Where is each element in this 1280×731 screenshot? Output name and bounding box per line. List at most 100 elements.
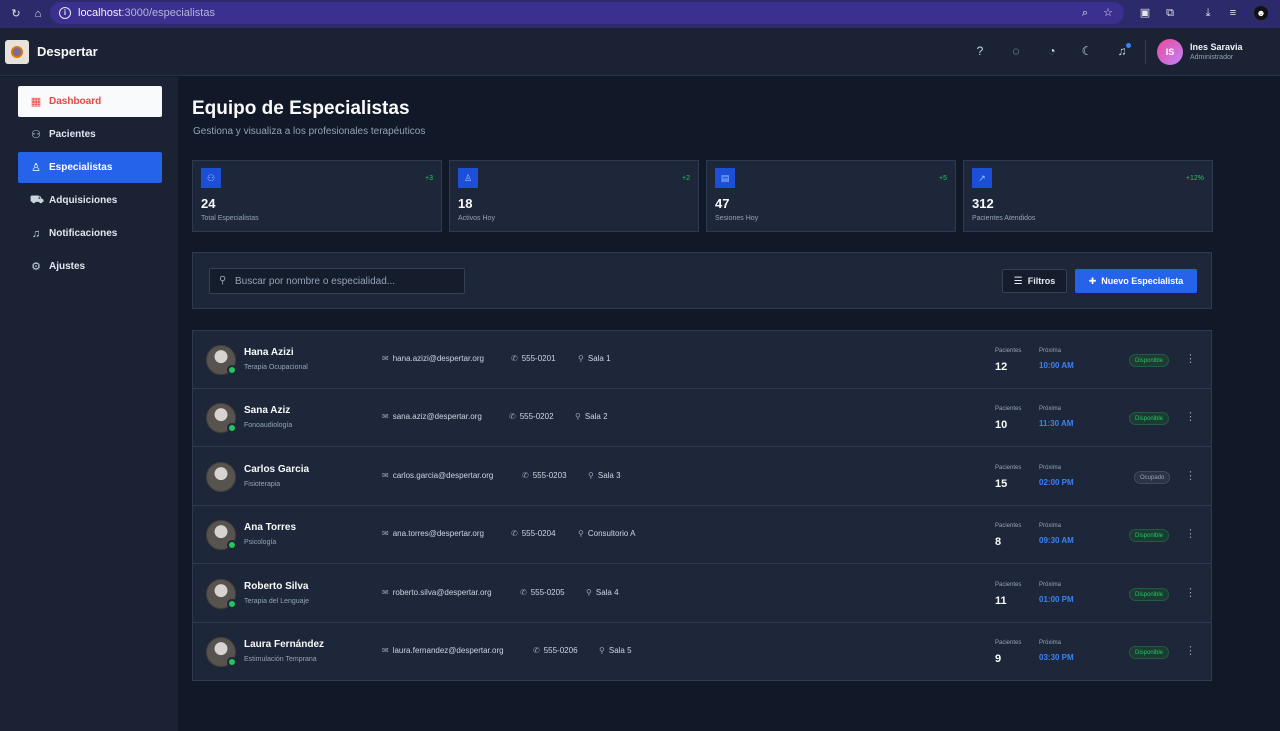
patients-label: Pacientes bbox=[995, 348, 1022, 354]
header-divider bbox=[1145, 40, 1146, 64]
room-text: Sala 2 bbox=[584, 412, 608, 421]
specialists-list: Hana Azizi Terapia Ocupacional ✉ hana.azi… bbox=[192, 330, 1212, 681]
new-specialist-button[interactable]: ✚ Nuevo Especialista bbox=[1075, 269, 1197, 293]
specialist-phone: ✆ 555-0205 bbox=[520, 588, 565, 597]
email-text: laura.fernandez@despertar.org bbox=[392, 646, 504, 655]
next-label: Próxima bbox=[1039, 582, 1062, 588]
list-item[interactable]: Roberto Silva Terapia del Lenguaje ✉ robe… bbox=[193, 565, 1211, 623]
room-text: Sala 1 bbox=[587, 354, 611, 363]
filters-button[interactable]: ☰ Filtros bbox=[1002, 269, 1067, 293]
sidebar-item-especialistas[interactable]: ♙ Especialistas bbox=[18, 152, 162, 183]
more-options-icon[interactable]: ⋮ bbox=[1185, 586, 1196, 599]
specialist-name: Sana Aziz bbox=[244, 405, 291, 416]
status-badge: Ocupado bbox=[1134, 471, 1171, 484]
address-bar[interactable]: i localhost:3000/especialistas ⌕ ☆ bbox=[50, 2, 1124, 24]
list-item[interactable]: Laura Fernández Estimulación Temprana ✉ l… bbox=[193, 623, 1211, 681]
email-text: carlos.garcia@despertar.org bbox=[392, 471, 494, 480]
map-pin-icon: ⚲ bbox=[588, 471, 594, 480]
site-info-icon[interactable]: i bbox=[59, 7, 71, 19]
next-label: Próxima bbox=[1039, 406, 1062, 412]
home-icon[interactable]: ⌂ bbox=[32, 8, 44, 20]
sidebar-item-dashboard[interactable]: ▦ Dashboard bbox=[18, 86, 162, 117]
stat-value: 24 bbox=[201, 196, 216, 211]
more-options-icon[interactable]: ⋮ bbox=[1185, 469, 1196, 482]
reading-list-icon[interactable]: ≡ bbox=[1226, 6, 1240, 20]
app-logo[interactable] bbox=[5, 40, 29, 64]
status-badge: Disponible bbox=[1129, 646, 1170, 659]
specialist-phone: ✆ 555-0203 bbox=[522, 471, 567, 480]
patients-label: Pacientes bbox=[995, 523, 1022, 529]
sidebar-item-ajustes[interactable]: ⚙ Ajustes bbox=[18, 251, 162, 282]
zoom-icon[interactable]: ⌕ bbox=[1078, 6, 1092, 20]
next-session-time: 09:30 AM bbox=[1039, 536, 1074, 545]
patients-label: Pacientes bbox=[995, 465, 1022, 471]
online-indicator bbox=[227, 657, 237, 667]
specialist-email[interactable]: ✉ carlos.garcia@despertar.org bbox=[382, 471, 493, 480]
patients-label: Pacientes bbox=[995, 640, 1022, 646]
url-text[interactable]: localhost:3000/especialistas bbox=[78, 7, 215, 19]
list-item[interactable]: Ana Torres Psicología ✉ ana.torres@desper… bbox=[193, 506, 1211, 564]
specialist-name: Roberto Silva bbox=[244, 581, 309, 592]
room-text: Sala 4 bbox=[595, 588, 619, 597]
calendar-icon: ▤ bbox=[715, 168, 735, 188]
extensions-puzzle-icon[interactable]: ⧉ bbox=[1163, 6, 1177, 20]
specialist-name: Ana Torres bbox=[244, 522, 297, 533]
page-title: Equipo de Especialistas bbox=[192, 98, 410, 119]
sidebar: ▦ Dashboard ⚇ Pacientes ♙ Especialistas … bbox=[0, 77, 178, 731]
phone-text: 555-0206 bbox=[543, 646, 578, 655]
next-label: Próxima bbox=[1039, 348, 1062, 354]
list-item[interactable]: Carlos Garcia Fisioterapia ✉ carlos.garci… bbox=[193, 448, 1211, 506]
next-session-time: 01:00 PM bbox=[1039, 595, 1074, 604]
browser-toolbar: ↻ ⌂ i localhost:3000/especialistas ⌕ ☆ ▣… bbox=[0, 0, 1280, 28]
sidebar-item-notificaciones[interactable]: ♫ Notificaciones bbox=[18, 218, 162, 249]
bookmark-star-icon[interactable]: ☆ bbox=[1101, 6, 1115, 20]
next-label: Próxima bbox=[1039, 523, 1062, 529]
moon-icon[interactable]: ☾ bbox=[1080, 44, 1094, 58]
phone-text: 555-0204 bbox=[521, 529, 556, 538]
specialist-specialty: Terapia del Lenguaje bbox=[244, 598, 309, 605]
stat-card-active: ♙ +2 18 Activos Hoy bbox=[449, 160, 699, 232]
reload-icon[interactable]: ↻ bbox=[10, 8, 22, 20]
mail-icon: ✉ bbox=[382, 588, 389, 597]
more-options-icon[interactable]: ⋮ bbox=[1185, 644, 1196, 657]
avatar[interactable]: IS bbox=[1157, 39, 1183, 65]
search-input[interactable] bbox=[235, 273, 457, 290]
patients-count: 15 bbox=[995, 478, 1008, 490]
online-indicator bbox=[227, 423, 237, 433]
stat-value: 18 bbox=[458, 196, 473, 211]
specialist-email[interactable]: ✉ roberto.silva@despertar.org bbox=[382, 588, 492, 597]
specialist-phone: ✆ 555-0202 bbox=[509, 412, 554, 421]
help-icon[interactable]: ? bbox=[973, 44, 987, 58]
next-session-time: 02:00 PM bbox=[1039, 478, 1074, 487]
stat-trend: +2 bbox=[682, 175, 690, 182]
download-icon[interactable]: ⤓ bbox=[1201, 6, 1215, 20]
list-item[interactable]: Hana Azizi Terapia Ocupacional ✉ hana.azi… bbox=[193, 331, 1211, 389]
specialist-room: ⚲ Sala 5 bbox=[599, 646, 632, 655]
specialist-email[interactable]: ✉ laura.fernandez@despertar.org bbox=[382, 646, 504, 655]
more-options-icon[interactable]: ⋮ bbox=[1185, 410, 1196, 423]
sidebar-item-pacientes[interactable]: ⚇ Pacientes bbox=[18, 119, 162, 150]
mail-icon: ✉ bbox=[382, 412, 389, 421]
chat-icon[interactable]: ◌ bbox=[1009, 44, 1023, 58]
list-item[interactable]: Sana Aziz Fonoaudiología ✉ sana.aziz@desp… bbox=[193, 389, 1211, 447]
cart-icon: ⛟ bbox=[30, 193, 44, 206]
sidebar-item-label: Dashboard bbox=[49, 96, 102, 107]
specialist-name: Carlos Garcia bbox=[244, 464, 310, 475]
filter-icon: ☰ bbox=[1013, 275, 1023, 287]
palette-icon[interactable]: ◔ bbox=[1045, 44, 1059, 58]
more-options-icon[interactable]: ⋮ bbox=[1185, 352, 1196, 365]
browser-profile-icon[interactable]: ☻ bbox=[1254, 6, 1268, 20]
extension-icon[interactable]: ▣ bbox=[1138, 6, 1152, 20]
specialist-email[interactable]: ✉ hana.azizi@despertar.org bbox=[382, 354, 484, 363]
patients-count: 8 bbox=[995, 536, 1002, 548]
search-box[interactable]: ⚲ bbox=[209, 268, 465, 294]
specialist-email[interactable]: ✉ sana.aziz@despertar.org bbox=[382, 412, 482, 421]
status-badge: Disponible bbox=[1129, 529, 1170, 542]
stat-label: Activos Hoy bbox=[458, 215, 495, 222]
specialist-phone: ✆ 555-0206 bbox=[533, 646, 578, 655]
status-badge: Disponible bbox=[1129, 354, 1170, 367]
more-options-icon[interactable]: ⋮ bbox=[1185, 527, 1196, 540]
users-icon: ⚇ bbox=[31, 129, 41, 141]
sidebar-item-adquisiciones[interactable]: ⛟ Adquisiciones bbox=[18, 185, 162, 216]
specialist-email[interactable]: ✉ ana.torres@despertar.org bbox=[382, 529, 484, 538]
